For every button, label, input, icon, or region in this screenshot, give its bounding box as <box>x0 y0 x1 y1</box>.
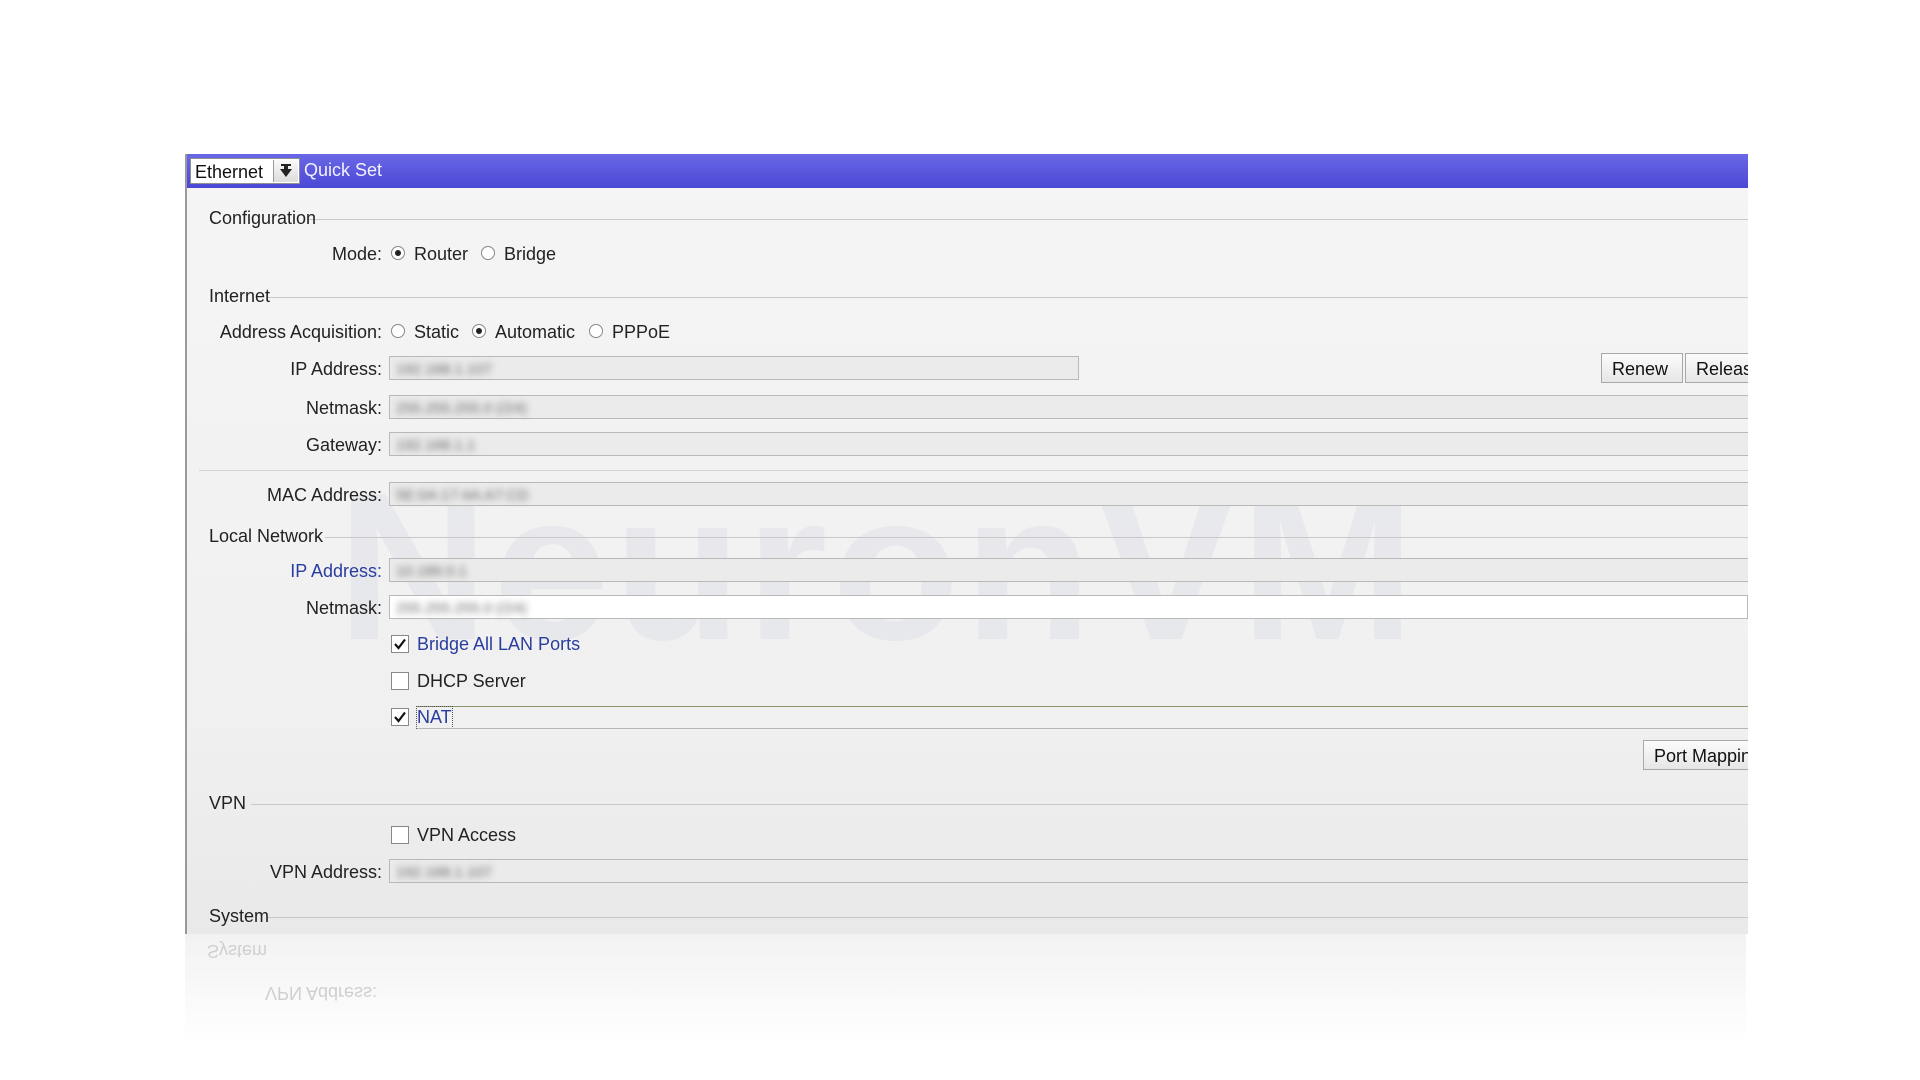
mode-bridge-label: Bridge <box>504 244 557 264</box>
acquisition-static-label: Static <box>414 322 460 342</box>
local-ip-address-label: IP Address: <box>290 561 382 581</box>
section-label-configuration: Configuration <box>209 208 317 228</box>
section-configuration: Configuration <box>197 208 1748 228</box>
window-reflection: System VPN Address: <box>185 934 1746 1044</box>
section-label-system: System <box>209 906 270 926</box>
section-label-local-network: Local Network <box>209 526 324 546</box>
mac-address-label: MAC Address: <box>266 485 382 505</box>
local-netmask-field[interactable]: 255.255.255.0 (/24) <box>389 595 1748 619</box>
gateway-label: Gateway: <box>305 435 382 455</box>
gateway-value: 192.168.1.1 <box>396 437 476 454</box>
section-internet: Internet <box>197 286 1748 306</box>
reflection-text-vpn-address: VPN Address: <box>265 983 378 1003</box>
internet-ip-address-value: 192.168.1.107 <box>396 361 492 378</box>
port-mapping-button[interactable]: Port Mapping <box>1643 740 1748 770</box>
mode-router-radio[interactable] <box>391 246 405 260</box>
acquisition-automatic-label: Automatic <box>495 322 576 342</box>
internet-ip-address-field[interactable]: 192.168.1.107 <box>389 356 1079 380</box>
vpn-address-label: VPN Address: <box>269 862 382 882</box>
acquisition-pppoe-label: PPPoE <box>612 322 671 342</box>
gateway-field[interactable]: 192.168.1.1 <box>389 432 1748 456</box>
vpn-address-field[interactable]: 192.168.1.107 <box>389 859 1748 883</box>
nat-focus-top-line <box>417 706 1748 707</box>
mac-address-value: 5E:0A:17:4A:A7:CD <box>396 487 529 504</box>
bridge-all-lan-ports-label: Bridge All LAN Ports <box>417 634 581 654</box>
dhcp-server-label: DHCP Server <box>417 671 526 691</box>
separator <box>199 470 1748 471</box>
titlebar: Ethernet Quick Set <box>187 154 1748 188</box>
mac-address-field[interactable]: 5E:0A:17:4A:A7:CD <box>389 482 1748 506</box>
checkmark-icon <box>394 711 406 723</box>
nat-label: NAT <box>416 706 453 729</box>
mode-bridge-radio[interactable] <box>481 246 495 260</box>
section-divider <box>325 537 1748 538</box>
interface-mode-value: Ethernet <box>195 162 264 182</box>
acquisition-automatic-radio[interactable] <box>472 324 486 338</box>
internet-netmask-field[interactable]: 255.255.255.0 (/24) <box>389 395 1748 419</box>
mode-label: Mode: <box>331 244 382 264</box>
nat-focus-bottom-line <box>417 728 1748 729</box>
section-label-internet: Internet <box>209 286 271 306</box>
local-ip-address-value: 10.189.0.1 <box>396 563 467 580</box>
acquisition-static-radio[interactable] <box>391 324 405 338</box>
local-netmask-label: Netmask: <box>305 598 382 618</box>
section-divider <box>251 804 1748 805</box>
internet-ip-address-label: IP Address: <box>290 359 382 379</box>
reflection-text-system: System <box>207 941 268 961</box>
vpn-address-value: 192.168.1.107 <box>396 864 492 881</box>
local-netmask-value: 255.255.255.0 (/24) <box>396 600 527 617</box>
internet-netmask-label: Netmask: <box>305 398 382 418</box>
local-ip-address-field[interactable]: 10.189.0.1 <box>389 558 1748 582</box>
checkmark-icon <box>394 638 406 650</box>
section-label-vpn: VPN <box>209 793 247 813</box>
vpn-access-label: VPN Access <box>417 825 517 845</box>
section-local-network: Local Network <box>197 526 1748 546</box>
release-button[interactable]: Release <box>1685 353 1748 383</box>
section-system: System <box>197 906 1748 926</box>
interface-mode-select[interactable]: Ethernet <box>190 158 300 184</box>
dhcp-server-checkbox[interactable] <box>391 672 409 690</box>
quick-set-window: Ethernet Quick Set NeuronVM Configuratio… <box>185 154 1748 934</box>
section-divider <box>267 917 1748 918</box>
window-title: Quick Set <box>304 160 383 180</box>
section-divider <box>267 297 1748 298</box>
bridge-all-lan-ports-checkbox[interactable] <box>391 635 409 653</box>
nat-checkbox[interactable] <box>391 708 409 726</box>
renew-button[interactable]: Renew <box>1601 353 1683 383</box>
vpn-access-checkbox[interactable] <box>391 826 409 844</box>
section-divider <box>307 219 1748 220</box>
address-acquisition-label: Address Acquisition: <box>219 322 382 342</box>
dropdown-arrow-icon[interactable] <box>273 160 298 182</box>
internet-netmask-value: 255.255.255.0 (/24) <box>396 400 527 417</box>
acquisition-pppoe-radio[interactable] <box>589 324 603 338</box>
mode-router-label: Router <box>414 244 469 264</box>
section-vpn: VPN <box>197 793 1748 813</box>
